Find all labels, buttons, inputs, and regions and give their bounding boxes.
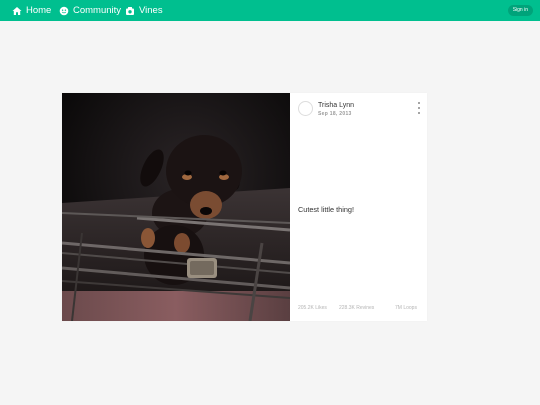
nav-community[interactable]: Community <box>59 0 121 21</box>
community-icon <box>59 6 69 16</box>
nav-community-label: Community <box>73 5 122 16</box>
post-details: Trisha Lynn Sep 18, 2013 Cutest little t… <box>290 93 427 321</box>
more-vertical-icon[interactable] <box>417 102 421 114</box>
top-navigation-bar: Home Community Vines Sign in <box>0 0 540 21</box>
more-dot <box>418 112 420 114</box>
nav-vines[interactable]: Vines <box>125 0 163 21</box>
post-date: Sep 18, 2013 <box>318 111 352 117</box>
sign-in-button[interactable]: Sign in <box>507 5 533 16</box>
post-card: Trisha Lynn Sep 18, 2013 Cutest little t… <box>62 93 427 321</box>
nav-home-label: Home <box>26 5 52 16</box>
avatar[interactable] <box>298 101 313 116</box>
more-dot <box>418 107 420 109</box>
post-caption: Cutest little thing! <box>298 205 354 214</box>
nav-home[interactable]: Home <box>12 0 51 21</box>
more-dot <box>418 102 420 104</box>
post-video[interactable] <box>62 93 290 321</box>
nav-vines-label: Vines <box>139 5 163 16</box>
likes-count[interactable]: 205.2K Likes <box>298 305 327 311</box>
home-icon <box>12 6 22 16</box>
post-author[interactable]: Trisha Lynn <box>318 102 354 109</box>
puppy-video-frame <box>62 93 290 321</box>
vines-icon <box>125 6 135 16</box>
revines-count[interactable]: 228.3K Revines <box>339 305 374 311</box>
loops-count: 7M Loops <box>395 305 417 311</box>
